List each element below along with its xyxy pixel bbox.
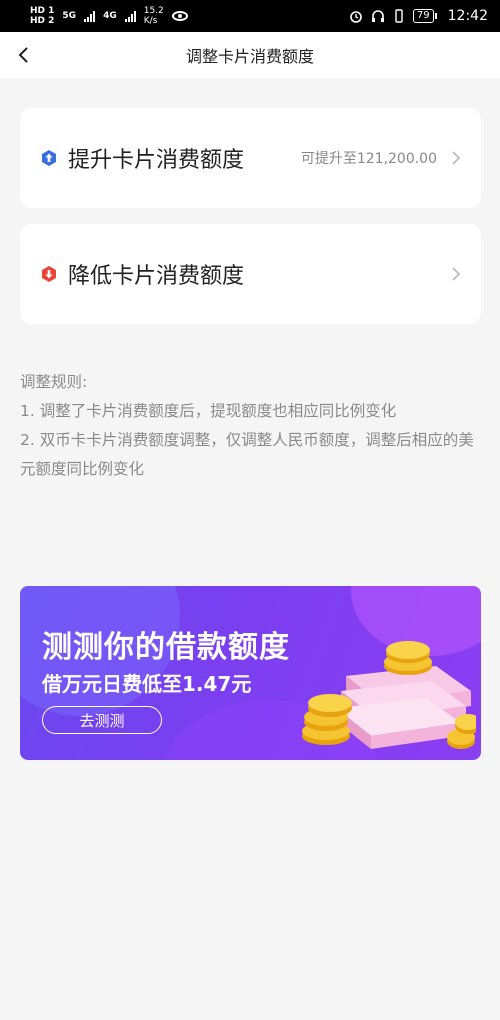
adjustment-rules: 调整规则: 1. 调整了卡片消费额度后，提现额度也相应同比例变化 2. 双币卡卡…	[20, 368, 480, 484]
raise-limit-option[interactable]: 提升卡片消费额度 可提升至121,200.00	[20, 108, 481, 208]
rules-heading: 调整规则:	[20, 373, 88, 391]
loan-promo-banner[interactable]: 测测你的借款额度 借万元日费低至1.47元 去测测	[20, 586, 481, 760]
chevron-right-icon	[452, 267, 461, 281]
back-button[interactable]	[8, 40, 38, 70]
network-4g-label: 4G	[103, 11, 117, 21]
test-now-button[interactable]: 去测测	[42, 706, 162, 734]
money-stack-icon	[302, 641, 476, 749]
signal-icon-2	[124, 10, 136, 22]
status-right: 79 12:42	[349, 8, 488, 24]
lower-limit-label: 降低卡片消费额度	[68, 264, 245, 289]
status-bar: HD 1 HD 2 5G 4G 15.2 K/s 79 12:42	[0, 0, 500, 32]
sim1-label: HD 1	[30, 6, 55, 16]
raise-limit-hint: 可提升至121,200.00	[300, 151, 437, 167]
chevron-left-icon	[18, 47, 28, 63]
arrow-down-icon	[42, 266, 56, 282]
headphones-icon	[371, 10, 384, 22]
raise-limit-label: 提升卡片消费额度	[68, 148, 245, 173]
nav-bar: 调整卡片消费额度	[0, 32, 500, 78]
vibrate-icon	[395, 9, 403, 23]
arrow-up-icon	[42, 150, 56, 166]
status-left: HD 1 HD 2 5G 4G 15.2 K/s	[30, 6, 188, 26]
rule-item: 2. 双币卡卡片消费额度调整，仅调整人民币额度，调整后相应的美元额度同比例变化	[20, 431, 474, 478]
clock: 12:42	[447, 8, 488, 24]
lower-limit-option[interactable]: 降低卡片消费额度	[20, 224, 481, 324]
net-speed-unit: K/s	[143, 16, 158, 26]
banner-subtitle: 借万元日费低至1.47元	[42, 672, 252, 696]
page-title: 调整卡片消费额度	[185, 47, 314, 66]
net-speed-value: 15.2	[143, 6, 164, 16]
banner-title: 测测你的借款额度	[42, 630, 290, 665]
chevron-right-icon	[452, 151, 461, 165]
battery-icon: 79	[412, 9, 437, 23]
alarm-icon	[350, 11, 362, 23]
network-5g-label: 5G	[62, 11, 77, 21]
signal-icon	[84, 10, 96, 22]
sim2-label: HD 2	[30, 16, 55, 26]
eye-icon	[171, 11, 188, 21]
rule-item: 1. 调整了卡片消费额度后，提现额度也相应同比例变化	[20, 402, 397, 420]
sim-labels: HD 1 HD 2	[30, 6, 54, 26]
net-speed: 15.2 K/s	[144, 6, 164, 26]
